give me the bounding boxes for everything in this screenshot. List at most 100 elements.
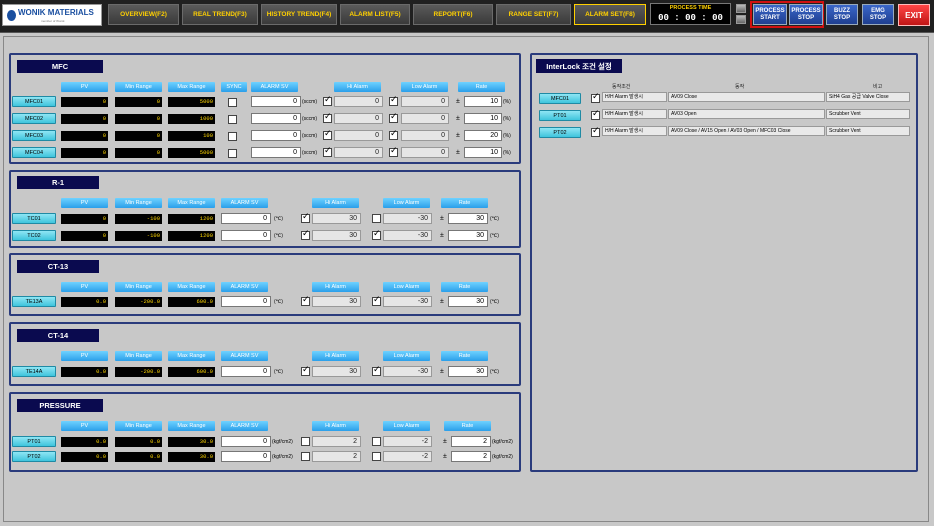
rate-input[interactable]: 20 <box>464 130 502 141</box>
header-rate[interactable]: Rate <box>441 282 488 292</box>
alarm-sv-input[interactable]: 0 <box>251 130 301 141</box>
header-sync[interactable]: SYNC <box>221 82 247 92</box>
alarm-sv-input[interactable]: 0 <box>221 296 271 307</box>
low-alarm-input[interactable]: 0 <box>401 147 449 158</box>
sync-checkbox[interactable] <box>228 115 237 124</box>
low-alarm-input[interactable]: -2 <box>383 436 432 447</box>
header-hi-alarm[interactable]: Hi Alarm <box>334 82 381 92</box>
rate-input[interactable]: 30 <box>448 296 488 307</box>
nav-range-set[interactable]: RANGE SET(F7) <box>496 4 571 25</box>
hi-alarm-input[interactable]: 2 <box>312 451 361 462</box>
nav-real-trend[interactable]: REAL TREND(F3) <box>182 4 258 25</box>
row-button-te14a[interactable]: TE14A <box>12 366 56 377</box>
alarm-sv-input[interactable]: 0 <box>251 96 301 107</box>
nav-history-trend[interactable]: HISTORY TREND(F4) <box>261 4 337 25</box>
low-alarm-checkbox[interactable] <box>389 112 398 123</box>
hi-alarm-checkbox[interactable] <box>323 129 332 140</box>
nav-overview[interactable]: OVERVIEW(F2) <box>108 4 179 25</box>
sync-checkbox[interactable] <box>228 149 237 158</box>
low-alarm-input[interactable]: 0 <box>401 96 449 107</box>
process-stop-button[interactable]: PROCESS STOP <box>789 4 823 25</box>
header-hi-alarm[interactable]: Hi Alarm <box>312 351 359 361</box>
header-hi-alarm[interactable]: Hi Alarm <box>312 282 359 292</box>
alarm-sv-input[interactable]: 0 <box>251 147 301 158</box>
low-alarm-checkbox[interactable] <box>372 214 381 223</box>
header-low-alarm[interactable]: Low Alarm <box>383 421 430 431</box>
header-min-range[interactable]: Min Range <box>115 351 162 361</box>
header-pv[interactable]: PV <box>61 282 108 292</box>
hi-alarm-input[interactable]: 2 <box>312 436 361 447</box>
header-min-range[interactable]: Min Range <box>115 421 162 431</box>
sync-checkbox[interactable] <box>228 98 237 107</box>
rate-input[interactable]: 30 <box>448 213 488 224</box>
row-button-mfc04[interactable]: MFC04 <box>12 147 56 158</box>
buzz-stop-button[interactable]: BUZZ STOP <box>826 4 858 25</box>
rate-input[interactable]: 2 <box>451 451 491 462</box>
interlock-enable-checkbox[interactable] <box>591 92 600 103</box>
header-max-range[interactable]: Max Range <box>168 198 215 208</box>
alarm-sv-input[interactable]: 0 <box>221 213 271 224</box>
header-low-alarm[interactable]: Low Alarm <box>383 282 430 292</box>
row-button-tc01[interactable]: TC01 <box>12 213 56 224</box>
hi-alarm-checkbox[interactable] <box>301 365 310 376</box>
row-button-pt01[interactable]: PT01 <box>12 436 56 447</box>
low-alarm-checkbox[interactable] <box>372 365 381 376</box>
header-rate[interactable]: Rate <box>444 421 491 431</box>
hi-alarm-checkbox[interactable] <box>301 437 310 446</box>
header-alarm-sv[interactable]: ALARM SV <box>221 421 268 431</box>
emg-stop-button[interactable]: EMG STOP <box>862 4 894 25</box>
rate-input[interactable]: 10 <box>464 147 502 158</box>
alarm-sv-input[interactable]: 0 <box>221 451 271 462</box>
header-pv[interactable]: PV <box>61 421 108 431</box>
exit-button[interactable]: EXIT <box>898 4 930 26</box>
rate-input[interactable]: 30 <box>448 366 488 377</box>
low-alarm-checkbox[interactable] <box>389 129 398 140</box>
header-low-alarm[interactable]: Low Alarm <box>383 198 430 208</box>
alarm-sv-input[interactable]: 0 <box>221 436 271 447</box>
header-alarm-sv[interactable]: ALARM SV <box>251 82 298 92</box>
rate-input[interactable]: 10 <box>464 113 502 124</box>
hi-alarm-checkbox[interactable] <box>301 452 310 461</box>
nav-alarm-set[interactable]: ALARM SET(F8) <box>574 4 646 25</box>
hi-alarm-input[interactable]: 0 <box>334 96 383 107</box>
header-max-range[interactable]: Max Range <box>168 82 215 92</box>
hi-alarm-checkbox[interactable] <box>301 295 310 306</box>
row-button-tc02[interactable]: TC02 <box>12 230 56 241</box>
sync-checkbox[interactable] <box>228 132 237 141</box>
hi-alarm-checkbox[interactable] <box>323 146 332 157</box>
header-pv[interactable]: PV <box>61 351 108 361</box>
low-alarm-input[interactable]: -30 <box>383 296 432 307</box>
low-alarm-input[interactable]: 0 <box>401 130 449 141</box>
header-alarm-sv[interactable]: ALARM SV <box>221 282 268 292</box>
hi-alarm-input[interactable]: 0 <box>334 113 383 124</box>
hi-alarm-input[interactable]: 30 <box>312 230 361 241</box>
header-alarm-sv[interactable]: ALARM SV <box>221 198 268 208</box>
header-max-range[interactable]: Max Range <box>168 421 215 431</box>
hi-alarm-input[interactable]: 0 <box>334 147 383 158</box>
hi-alarm-input[interactable]: 30 <box>312 366 361 377</box>
header-min-range[interactable]: Min Range <box>115 198 162 208</box>
hi-alarm-checkbox[interactable] <box>323 95 332 106</box>
low-alarm-input[interactable]: -30 <box>383 230 432 241</box>
alarm-sv-input[interactable]: 0 <box>221 230 271 241</box>
row-button-mfc03[interactable]: MFC03 <box>12 130 56 141</box>
low-alarm-input[interactable]: -30 <box>383 366 432 377</box>
row-button-mfc02[interactable]: MFC02 <box>12 113 56 124</box>
header-rate[interactable]: Rate <box>441 198 488 208</box>
interlock-row-button-mfc01[interactable]: MFC01 <box>539 93 581 104</box>
low-alarm-checkbox[interactable] <box>389 95 398 106</box>
low-alarm-input[interactable]: 0 <box>401 113 449 124</box>
rate-input[interactable]: 10 <box>464 96 502 107</box>
low-alarm-checkbox[interactable] <box>372 437 381 446</box>
hi-alarm-checkbox[interactable] <box>323 112 332 123</box>
hi-alarm-checkbox[interactable] <box>301 212 310 223</box>
hi-alarm-input[interactable]: 30 <box>312 296 361 307</box>
process-start-button[interactable]: PROCESS START <box>753 4 787 25</box>
nav-alarm-list[interactable]: ALARM LIST(F5) <box>340 4 410 25</box>
rate-input[interactable]: 30 <box>448 230 488 241</box>
header-pv[interactable]: PV <box>61 82 108 92</box>
alarm-sv-input[interactable]: 0 <box>251 113 301 124</box>
header-hi-alarm[interactable]: Hi Alarm <box>312 198 359 208</box>
low-alarm-checkbox[interactable] <box>389 146 398 157</box>
alarm-sv-input[interactable]: 0 <box>221 366 271 377</box>
